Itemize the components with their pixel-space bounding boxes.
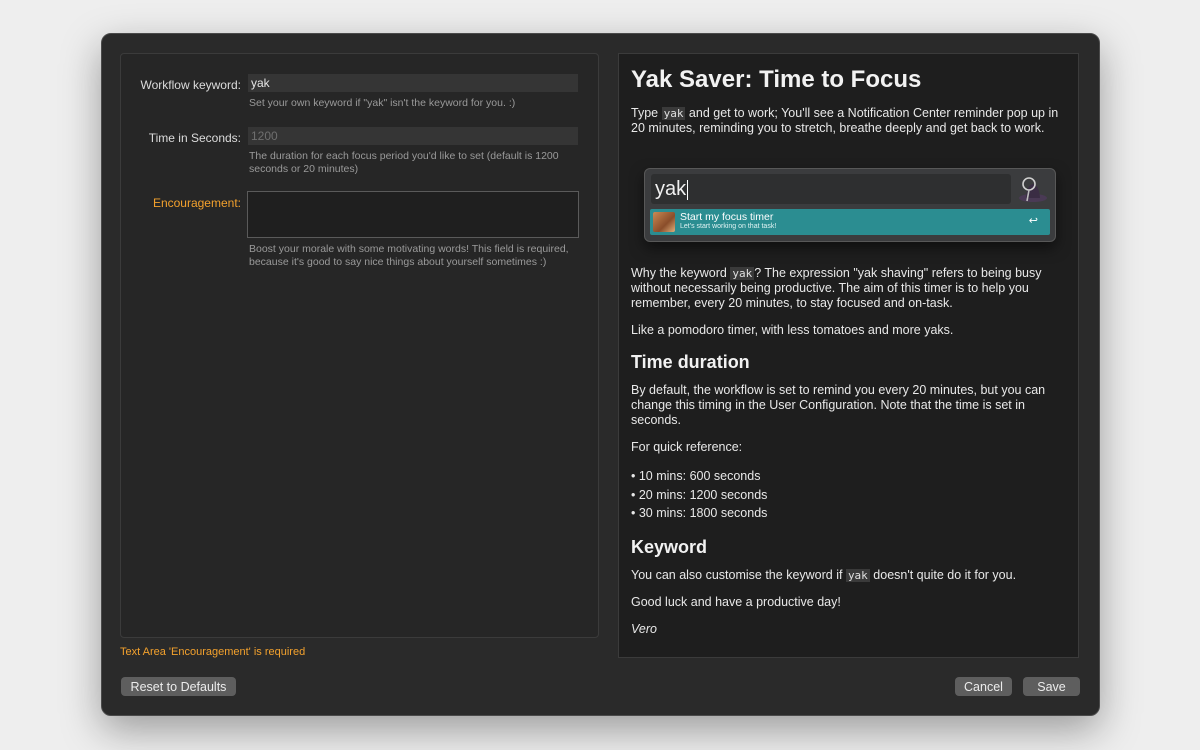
readme-title: Yak Saver: Time to Focus <box>631 66 922 93</box>
code-yak: yak <box>661 107 686 120</box>
encouragement-help: Boost your morale with some motivating w… <box>249 243 569 268</box>
preview-search-field: yak <box>651 174 1011 204</box>
readme-panel[interactable]: Yak Saver: Time to Focus Type yak and ge… <box>618 53 1079 658</box>
keyword-label: Workflow keyword: <box>140 78 241 92</box>
return-icon: ↩ <box>1028 215 1038 227</box>
keyword-text: You can also customise the keyword if ya… <box>631 567 1017 582</box>
signature: Vero <box>631 621 657 636</box>
readme-why: Why the keyword yak? The expression "yak… <box>631 266 1042 310</box>
readme-intro: Type yak and get to work; You'll see a N… <box>631 106 1059 135</box>
list-item: 30 mins: 1800 seconds <box>631 504 1066 523</box>
list-item: 20 mins: 1200 seconds <box>631 486 1066 505</box>
cancel-button[interactable]: Cancel <box>955 677 1012 696</box>
preview-result-subtitle: Let's start working on that task! <box>680 223 777 230</box>
preview-result-row: Start my focus timer Let's start working… <box>650 209 1050 235</box>
duration-heading: Time duration <box>631 352 750 372</box>
encouragement-textarea[interactable] <box>247 191 579 238</box>
validation-error: Text Area 'Encouragement' is required <box>120 646 306 658</box>
code-yak: yak <box>730 267 755 280</box>
seconds-help: The duration for each focus period you'd… <box>249 150 559 175</box>
keyword-input[interactable] <box>248 74 578 92</box>
alfred-preview-image: yak Start my focus timer Let's start wor… <box>644 168 1056 242</box>
reset-defaults-button[interactable]: Reset to Defaults <box>121 677 236 696</box>
reference-list: 10 mins: 600 seconds 20 mins: 1200 secon… <box>631 467 1066 523</box>
alfred-hat-icon <box>1019 177 1047 202</box>
list-item: 10 mins: 600 seconds <box>631 467 1066 486</box>
save-button[interactable]: Save <box>1023 677 1080 696</box>
duration-text: By default, the workflow is set to remin… <box>631 383 1046 427</box>
good-luck-text: Good luck and have a productive day! <box>631 594 841 609</box>
keyword-heading: Keyword <box>631 536 708 557</box>
encouragement-label: Encouragement: <box>152 196 241 210</box>
preview-result-title: Start my focus timer <box>680 211 774 223</box>
yak-thumbnail <box>653 212 675 232</box>
seconds-label: Time in Seconds: <box>148 131 241 145</box>
seconds-input[interactable] <box>248 127 578 145</box>
readme-pomodoro: Like a pomodoro timer, with less tomatoe… <box>631 323 954 337</box>
keyword-help: Set your own keyword if "yak" isn't the … <box>249 97 516 109</box>
code-yak: yak <box>845 568 870 582</box>
quick-reference: For quick reference: <box>631 440 743 454</box>
configuration-form: Workflow keyword: Set your own keyword i… <box>120 53 599 638</box>
configuration-window: Workflow keyword: Set your own keyword i… <box>101 33 1100 716</box>
